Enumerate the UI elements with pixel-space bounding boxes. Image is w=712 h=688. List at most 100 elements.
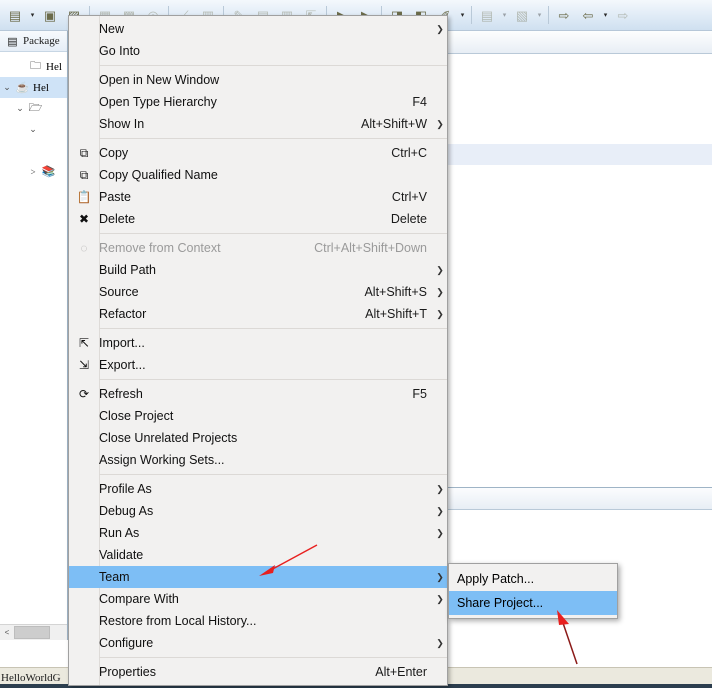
menu-item-close-project[interactable]: Close Project❯ [69,405,447,427]
new-class-dropdown-arrow-icon[interactable]: ▾ [457,5,468,25]
remove-from-context-icon: ◌ [80,241,88,255]
menu-separator [99,379,447,380]
package-explorer-tab[interactable]: ▤ Package [0,31,67,52]
project-context-menu[interactable]: New❯Go Into❯Open in New Window❯Open Type… [68,15,448,686]
menu-item-label: Compare With [99,592,179,606]
chevron-right-icon: ❯ [436,593,444,604]
new-wizard-icon[interactable]: ▤ [4,4,26,26]
menu-item-label: Properties [99,665,156,679]
menu-item-label: Export... [99,358,146,372]
menu-item-copy-qualified-name[interactable]: ⧉Copy Qualified Name❯ [69,164,447,186]
menu-item-validate[interactable]: Validate❯ [69,544,447,566]
menu-item-profile-as[interactable]: Profile As ❯ [69,478,447,500]
tree-item[interactable]: ⌄ [0,119,67,140]
team-submenu[interactable]: Apply Patch... Share Project... [448,563,618,619]
menu-item-label: Delete [99,212,136,226]
menu-item-label: Go Into [99,44,140,58]
chevron-down-icon[interactable]: ⌄ [0,82,14,93]
submenu-item-share-project[interactable]: Share Project... [449,591,617,615]
package-icon [40,122,57,138]
scroll-thumb[interactable] [14,626,50,639]
menu-item-delete[interactable]: ✖DeleteDelete❯ [69,208,447,230]
menu-item-close-unrelated-projects[interactable]: Close Unrelated Projects❯ [69,427,447,449]
menu-item-refresh[interactable]: ⟳RefreshF5❯ [69,383,447,405]
menu-item-shortcut: Ctrl+Alt+Shift+Down [314,241,427,255]
menu-item-label: Refactor [99,307,147,321]
menu-item-label: Copy Qualified Name [99,168,218,182]
menu-item-export[interactable]: ⇲Export...❯ [69,354,447,376]
menu-item-show-in[interactable]: Show In Alt+Shift+W ❯ [69,113,447,135]
new-dropdown-arrow-icon[interactable]: ▾ [27,5,38,25]
submenu-item-apply-patch[interactable]: Apply Patch... [449,567,617,591]
scroll-left-button[interactable]: < [0,628,14,637]
back-nav-icon[interactable]: ⇦ [577,4,599,26]
menu-item-configure[interactable]: Configure ❯ [69,632,447,654]
menu-item-label: Debug As [99,504,154,518]
menu-item-paste[interactable]: 📋PasteCtrl+V❯ [69,186,447,208]
chevron-right-icon: ❯ [436,527,444,538]
menu-item-restore-from-local-history[interactable]: Restore from Local History...❯ [69,610,447,632]
menu-item-assign-working-sets[interactable]: Assign Working Sets...❯ [69,449,447,471]
tree-item[interactable]: > 📚 [0,161,67,182]
menu-item-open-type-hierarchy[interactable]: Open Type HierarchyF4❯ [69,91,447,113]
menu-separator [99,65,447,66]
menu-item-label: Team [99,570,130,584]
external-tools-arrow-icon[interactable]: ▾ [499,5,510,25]
chevron-down-icon[interactable]: ⌄ [26,124,40,135]
profile-arrow-icon[interactable]: ▾ [534,5,545,25]
delete-icon: ✖ [78,212,90,226]
paste-icon: 📋 [76,190,92,204]
menu-item-remove-from-context: ◌Remove from ContextCtrl+Alt+Shift+Down❯ [69,237,447,259]
save-icon[interactable]: ▣ [39,4,61,26]
menu-item-go-into[interactable]: Go Into❯ [69,40,447,62]
menu-separator [99,328,447,329]
tree-item-label: Hel [46,60,62,73]
menu-item-refactor[interactable]: Refactor Alt+Shift+T ❯ [69,303,447,325]
menu-item-source[interactable]: Source Alt+Shift+S ❯ [69,281,447,303]
menu-item-properties[interactable]: PropertiesAlt+Enter❯ [69,661,447,683]
tree-item[interactable]: ⌄ ☕ Hel [0,77,67,98]
profile-icon[interactable]: ▧ [511,4,533,26]
chevron-right-icon[interactable]: > [26,167,40,177]
tree-item[interactable]: 🗀 Hel [0,56,67,77]
chevron-right-icon: ❯ [436,23,444,34]
chevron-right-icon: ❯ [436,308,444,319]
submenu-item-label: Share Project... [457,596,544,610]
menu-item-label: Validate [99,548,144,562]
status-bar-text: HelloWorldG [1,672,61,684]
back-nav-arrow-icon[interactable]: ▾ [600,5,611,25]
menu-item-label: Source [99,285,139,299]
menu-item-shortcut: F4 [412,95,427,109]
menu-separator [99,657,447,658]
menu-item-import[interactable]: ⇱Import...❯ [69,332,447,354]
menu-item-label: Assign Working Sets... [99,453,225,467]
explorer-horizontal-scrollbar[interactable]: < [0,624,67,640]
separator-7 [548,6,549,24]
menu-item-compare-with[interactable]: Compare With ❯ [69,588,447,610]
tree-item[interactable] [0,140,67,161]
chevron-right-icon: ❯ [436,505,444,516]
menu-item-debug-as[interactable]: Debug As ❯ [69,500,447,522]
menu-item-open-in-new-window[interactable]: Open in New Window❯ [69,69,447,91]
chevron-right-icon: ❯ [436,286,444,297]
menu-item-label: Refresh [99,387,143,401]
menu-item-build-path[interactable]: Build Path ❯ [69,259,447,281]
menu-item-copy[interactable]: ⧉CopyCtrl+C❯ [69,142,447,164]
forward-nav-icon[interactable]: ⇨ [553,4,575,26]
chevron-right-icon: ❯ [436,637,444,648]
menu-item-label: Run As [99,526,140,540]
tree-item[interactable]: ⌄ 🗁 [0,98,67,119]
menu-item-run-as[interactable]: Run As ❯ [69,522,447,544]
menu-item-new[interactable]: New ❯ [69,18,447,40]
chevron-right-icon: ❯ [436,483,444,494]
menu-item-label: Close Project [99,409,174,423]
menu-item-team[interactable]: Team ❯ [69,566,447,588]
copy-icon: ⧉ [79,146,89,160]
external-tools-icon[interactable]: ▤ [476,4,498,26]
menu-item-label: New [99,22,125,36]
chevron-down-icon[interactable]: ⌄ [13,103,27,114]
menu-item-label: Profile As [99,482,152,496]
package-explorer-tab-label: Package [23,35,60,47]
forward-arrow-icon[interactable]: ⇨ [612,4,634,26]
import-icon: ⇱ [78,336,90,350]
